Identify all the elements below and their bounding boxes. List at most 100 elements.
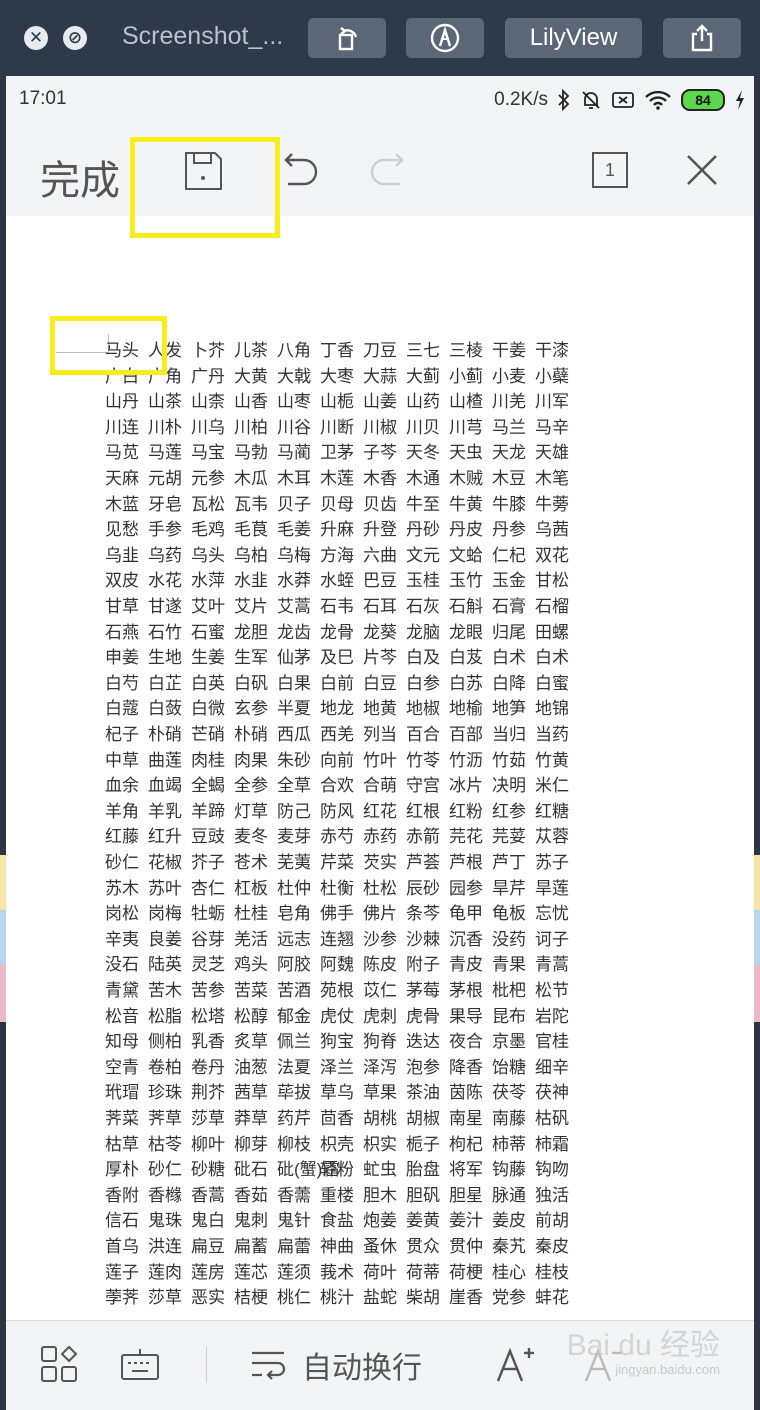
herb-word: 岩陀 — [535, 1006, 569, 1026]
herb-word: 方海 — [320, 545, 354, 565]
herb-word: 贝齿 — [363, 494, 397, 514]
page-count-button[interactable]: 1 — [592, 152, 628, 188]
herb-word: 刀豆 — [363, 341, 397, 360]
herb-word: 良姜 — [148, 929, 182, 949]
herb-word: 茶油 — [406, 1083, 440, 1103]
herb-word: 岗松 — [105, 904, 139, 924]
herb-word: 桃汁 — [320, 1288, 354, 1308]
herb-word: 竹沥 — [449, 750, 483, 770]
edge-mark — [754, 855, 760, 910]
herb-word: 三棱 — [449, 341, 483, 360]
herb-word: 小蓟 — [449, 366, 483, 386]
herb-word: 白参 — [406, 673, 440, 693]
herb-word: 枯矾 — [535, 1109, 569, 1128]
keyboard-button[interactable] — [120, 1347, 160, 1388]
herb-word: 地锦 — [535, 699, 569, 719]
herb-word: 羊蹄 — [191, 801, 225, 821]
herb-word: 双皮 — [105, 571, 139, 591]
herb-word: 山栀 — [320, 392, 354, 412]
herb-word: 田螺 — [535, 622, 569, 642]
herb-word: 枳实 — [363, 1134, 397, 1154]
undo-button[interactable] — [274, 150, 318, 199]
herb-word: 桂心 — [492, 1262, 526, 1282]
lilyview-button[interactable]: LilyView — [505, 18, 642, 58]
herb-word: 胡桃 — [363, 1109, 397, 1128]
apps-button[interactable] — [40, 1345, 78, 1388]
herb-word: 杜松 — [363, 878, 397, 898]
window-title: Screenshot_... — [122, 22, 284, 50]
herb-word: 竹茹 — [492, 750, 526, 770]
herb-word: 玉金 — [492, 571, 526, 591]
herb-word: 莽草 — [234, 1109, 268, 1128]
herb-word: 山柰 — [191, 392, 225, 412]
herb-word: 山香 — [234, 392, 268, 412]
share-button[interactable] — [663, 18, 741, 58]
herb-word: 水莽 — [277, 571, 311, 591]
herb-word: 忘忧 — [535, 904, 569, 924]
herb-word: 鬼针 — [277, 1211, 311, 1231]
herb-word: 曲莲 — [148, 750, 182, 770]
herb-word: 木通 — [406, 469, 440, 488]
done-button[interactable]: 完成 — [40, 148, 120, 206]
herb-word: 仙茅 — [277, 648, 311, 668]
minimize-window-icon[interactable]: ⊘ — [63, 26, 87, 50]
rotate-button[interactable] — [308, 18, 386, 58]
herb-word: 莲房 — [191, 1262, 225, 1282]
herb-word: 莲芯 — [234, 1262, 268, 1282]
herb-word: 文蛤 — [449, 545, 483, 565]
redo-icon — [370, 153, 404, 186]
herb-word: 虎刺 — [363, 1006, 397, 1026]
herb-word: 干姜 — [492, 341, 526, 360]
herb-word: 豆豉 — [191, 827, 225, 847]
herb-word: 山药 — [406, 392, 440, 412]
herb-word: 龙齿 — [277, 622, 311, 642]
close-editor-button[interactable] — [682, 150, 722, 195]
markup-button[interactable] — [406, 18, 484, 58]
close-window-icon[interactable]: ✕ — [24, 26, 48, 50]
bluetooth-icon — [558, 89, 570, 111]
herb-word: 泡参 — [406, 1057, 440, 1077]
herb-word: 莲须 — [277, 1262, 311, 1282]
herb-word: 半夏 — [277, 699, 311, 719]
herb-word: 羌活 — [234, 929, 268, 949]
document-area[interactable]: 马头 人发 卜芥 儿茶 八角 丁香 刀豆 三七 三棱 干姜 干漆 广白 广角 广丹 大黄 大戟 大枣 大蒜 大蓟 小蓟… — [6, 216, 754, 1320]
herb-word: 苦菜 — [234, 981, 268, 1000]
herb-word: 荷梗 — [449, 1262, 483, 1282]
redo-button[interactable] — [370, 150, 414, 199]
herb-word: 生地 — [148, 648, 182, 668]
herb-word: 马蔺 — [277, 443, 311, 463]
status-icons: 0.2K/s 84 — [494, 87, 746, 113]
herb-word: 白及 — [406, 648, 440, 668]
herb-word: 牙皂 — [148, 494, 182, 514]
grid-icon — [41, 1345, 78, 1382]
herb-word: 冰片 — [449, 776, 483, 796]
herb-word: 川连 — [105, 417, 139, 437]
herb-word: 白微 — [191, 699, 225, 719]
herb-word: 灯草 — [234, 801, 268, 821]
herb-word: 泽兰 — [320, 1057, 354, 1077]
keyboard-icon — [121, 1349, 159, 1380]
herb-word: 鬼白 — [191, 1211, 225, 1231]
herb-word: 地笋 — [492, 699, 526, 719]
herb-word: 杏仁 — [191, 878, 225, 898]
herb-word: 芥子 — [191, 853, 225, 872]
herb-word: 香橼 — [148, 1185, 182, 1205]
herb-word: 芫花 — [449, 827, 483, 847]
herb-word: 姜黄 — [406, 1211, 440, 1231]
herb-word: 苡仁 — [363, 981, 397, 1000]
herb-word: 苑根 — [320, 981, 354, 1000]
herb-word: 荠菜 — [105, 1109, 139, 1128]
herb-word: 杜桂 — [234, 904, 268, 924]
herb-word: 川军 — [535, 392, 569, 412]
herb-word: 合欢 — [320, 776, 354, 796]
increase-font-button[interactable] — [492, 1343, 536, 1392]
word-wrap-button[interactable] — [248, 1345, 288, 1390]
word-wrap-label[interactable]: 自动换行 — [302, 1343, 422, 1387]
herb-word: 川贝 — [406, 417, 440, 437]
herb-word: 列当 — [363, 725, 397, 744]
herb-word: 水蛭 — [320, 571, 354, 591]
herb-word: 龟板 — [492, 904, 526, 924]
herb-word: 地榆 — [449, 699, 483, 719]
herb-word: 芜荑 — [277, 853, 311, 872]
herb-word: 马辛 — [535, 417, 569, 437]
